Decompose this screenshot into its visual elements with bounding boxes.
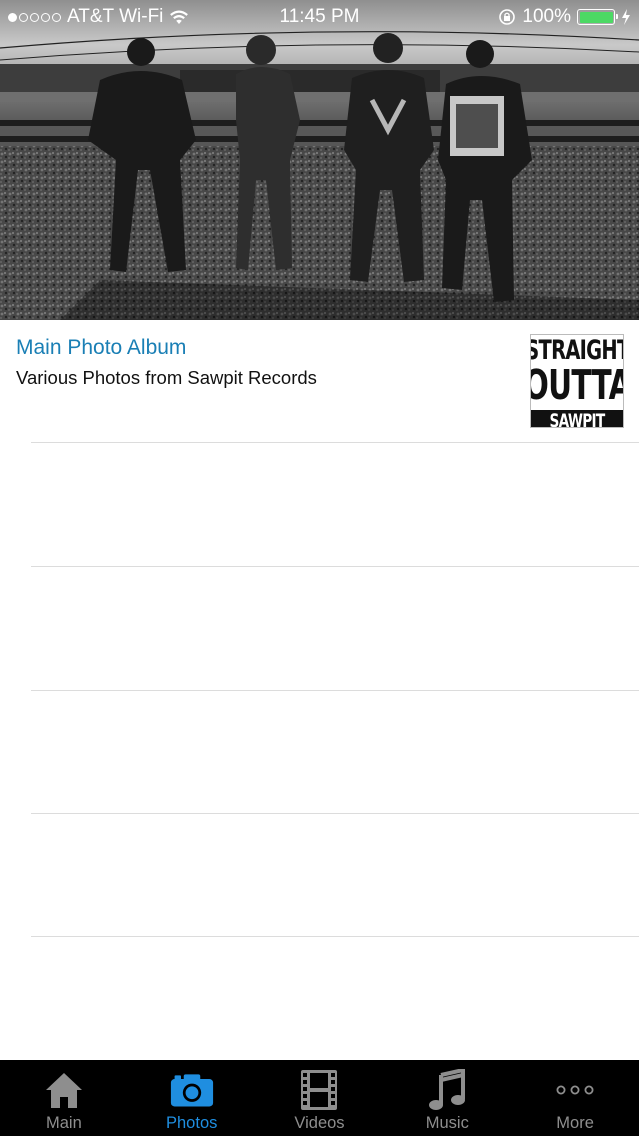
tab-music[interactable]: Music [383,1060,511,1136]
tab-label: Main [46,1114,82,1132]
album-list-item[interactable]: Main Photo Album Various Photos from Saw… [0,320,639,442]
battery-percent-label: 100% [522,6,571,27]
list-separator [31,566,639,567]
tab-bar: Main Photos Videos Music More [0,1060,639,1136]
music-note-icon [425,1069,469,1111]
status-right: 100% [498,6,631,28]
album-title: Main Photo Album [16,336,187,359]
album-subtitle: Various Photos from Sawpit Records [16,367,317,388]
band-photo-image [0,0,639,320]
tab-label: Music [425,1114,469,1132]
battery-icon [577,9,618,25]
tab-photos[interactable]: Photos [128,1060,256,1136]
tab-more[interactable]: More [511,1060,639,1136]
list-separator [31,442,639,443]
tab-main[interactable]: Main [0,1060,128,1136]
orientation-lock-icon [499,9,516,25]
tab-label: Photos [166,1114,218,1132]
more-dots-icon [553,1069,597,1111]
album-thumbnail: STRAIGHT OUTTA SAWPIT [530,334,624,428]
tab-videos[interactable]: Videos [256,1060,384,1136]
home-icon [42,1069,86,1111]
thumbnail-text-line: OUTTA [531,361,623,409]
status-bar: AT&T Wi-Fi 11:45 PM 100% [0,0,639,34]
charging-bolt-icon [622,9,630,25]
header-photo [0,0,639,320]
thumbnail-text-line: STRAIGHT [530,335,624,366]
list-separator [31,936,639,937]
camera-icon [170,1069,214,1111]
thumbnail-text-line: SAWPIT [531,410,623,427]
tab-label: Videos [294,1114,345,1132]
list-separator [31,813,639,814]
tab-label: More [556,1114,594,1132]
list-separator [31,690,639,691]
film-icon [297,1069,341,1111]
